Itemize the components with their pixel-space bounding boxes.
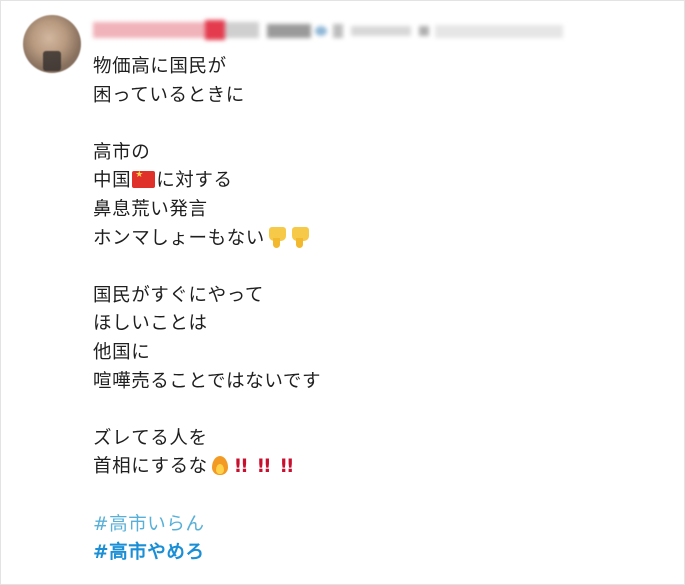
post-card: 物価高に国民が 困っているときに 高市の 中国 ★ に対する 鼻息荒い発言 ホンマし… bbox=[0, 0, 685, 585]
post-text: 物価高に国民が 困っているときに 高市の 中国 ★ に対する 鼻息荒い発言 ホンマし… bbox=[93, 53, 321, 568]
post-line: ホンマしょーもない bbox=[93, 225, 321, 254]
avatar[interactable] bbox=[23, 15, 81, 73]
hashtag-link[interactable]: #高市いらん bbox=[93, 511, 321, 540]
post-line: 国民がすぐにやって bbox=[93, 284, 264, 306]
double-exclamation-icon: !! bbox=[233, 456, 249, 478]
double-exclamation-icon: !! bbox=[279, 456, 295, 478]
post-line-part: 中国 bbox=[93, 170, 132, 192]
thumbs-down-icon bbox=[267, 226, 288, 248]
post-line: 他国に bbox=[93, 341, 151, 363]
post-line: ほしいことは bbox=[93, 313, 208, 335]
china-flag-icon: ★ bbox=[132, 170, 156, 189]
fire-icon bbox=[209, 454, 231, 476]
post-line: 喧嘩売ることではないです bbox=[93, 370, 322, 392]
post-line: ズレてる人を bbox=[93, 427, 208, 449]
thumbs-down-icon bbox=[290, 226, 311, 248]
post-line-part: に対する bbox=[156, 170, 233, 192]
post-line: 首相にするな!!!!!! bbox=[93, 453, 321, 482]
hashtag-link[interactable]: #高市やめろ bbox=[93, 539, 321, 568]
post-line: 高市の bbox=[93, 141, 151, 163]
post-line-part: ホンマしょーもない bbox=[93, 227, 265, 249]
blurred-username bbox=[93, 14, 563, 46]
avatar-blurred-region bbox=[43, 51, 61, 71]
post-line-part: 首相にするな bbox=[93, 456, 208, 478]
post-line: 中国 ★ に対する bbox=[93, 167, 321, 196]
post-line: 鼻息荒い発言 bbox=[93, 198, 208, 220]
post-line: 物価高に国民が bbox=[93, 56, 227, 77]
post-line: 困っているときに bbox=[93, 84, 245, 106]
double-exclamation-icon: !! bbox=[256, 456, 272, 478]
